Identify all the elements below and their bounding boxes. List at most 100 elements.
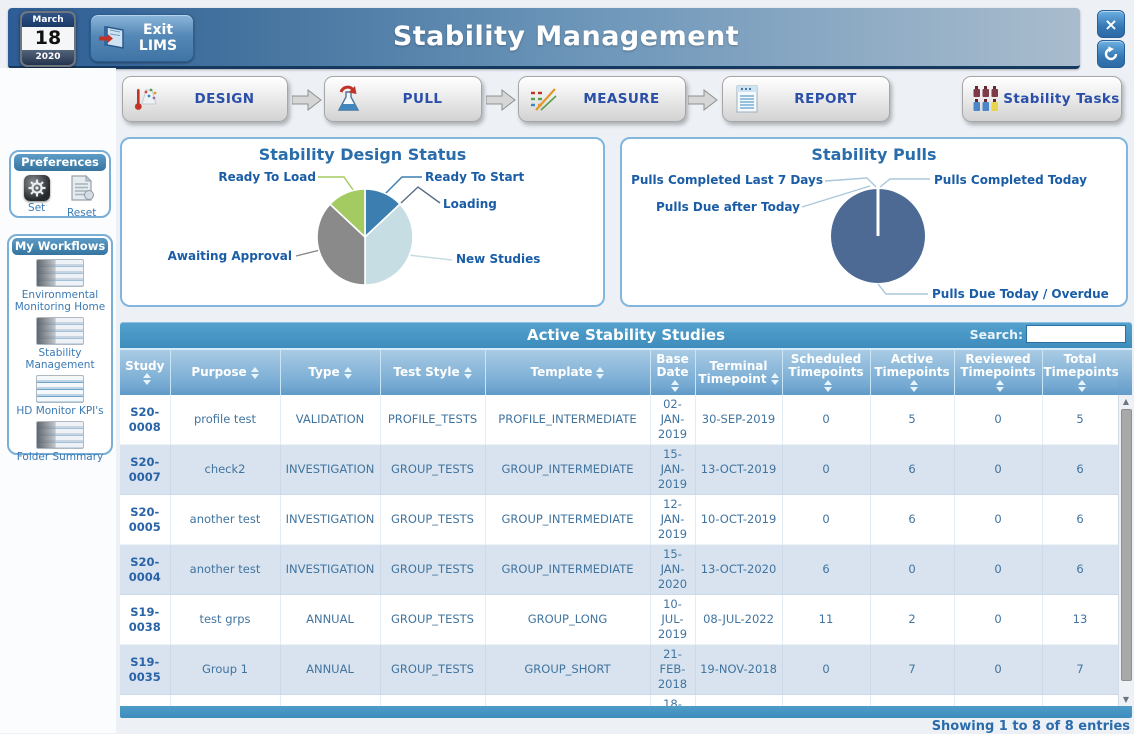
preferences-reset-button[interactable]: Reset [67,174,96,219]
column-header-active-timepoints[interactable]: Active Timepoints [870,349,954,395]
sort-icon[interactable] [596,367,604,379]
table-cell: PROFILE_TESTS [380,395,485,445]
my-workflows-header: My Workflows [12,238,108,255]
table-cell: 0 [954,595,1042,645]
column-header-purpose[interactable]: Purpose [170,349,280,395]
column-header-template[interactable]: Template [485,349,650,395]
study-id-link[interactable]: S20-0008 [120,395,170,445]
table-cell: 16-AUG-2018 [695,695,782,707]
sort-icon[interactable] [1078,380,1086,392]
entries-status: Showing 1 to 8 of 8 entries [120,719,1130,734]
sort-icon[interactable] [251,367,259,379]
table-cell: GROUP_TESTS [380,645,485,695]
design-icon [132,84,162,114]
table-cell: GROUP_TESTS [380,695,485,707]
pulls-chart-title: Stability Pulls [622,145,1126,164]
table-cell: ANNUAL [280,695,380,707]
column-label: Base Date [656,352,689,379]
column-header-total-timepoints[interactable]: Total Timepoints [1042,349,1118,395]
column-header-type[interactable]: Type [280,349,380,395]
table-cell: 13-OCT-2019 [695,445,782,495]
study-id-link[interactable]: S19-0028 [120,695,170,707]
scroll-up-arrow[interactable]: ▲ [1119,395,1132,408]
table-cell: another test [170,495,280,545]
table-cell: 0 [954,545,1042,595]
study-id-link[interactable]: S19-0038 [120,595,170,645]
sort-icon[interactable] [464,367,472,379]
preferences-panel: Preferences Set [9,150,111,218]
close-button[interactable]: × [1097,10,1125,38]
table-row-s20-0004[interactable]: S20-0004another testINVESTIGATIONGROUP_T… [120,545,1118,595]
report-label: REPORT [762,91,889,107]
workflow-item-hd-monitor-kpis[interactable]: HD Monitor KPI's [9,375,111,417]
pie-label-pulls-due-after-today: Pulls Due after Today [656,200,800,214]
table-cell: CYCLE_SHORT [485,695,650,707]
table-cell: 11 [782,595,870,645]
column-header-test-style[interactable]: Test Style [380,349,485,395]
sort-icon[interactable] [910,380,918,392]
table-cell: Demo Cycle Testing short [170,695,280,707]
column-header-study[interactable]: Study [120,349,170,395]
table-cell: 30-SEP-2019 [695,395,782,445]
workflow-item-environmental-monitoring-home[interactable]: Environmental Monitoring Home [9,259,111,313]
table-row-s19-0038[interactable]: S19-0038test grpsANNUALGROUP_TESTSGROUP_… [120,595,1118,645]
study-id-link[interactable]: S20-0007 [120,445,170,495]
table-cell: 5 [1042,395,1118,445]
active-stability-studies-table: Active Stability Studies Search: StudyPu… [120,322,1132,718]
column-header-reviewed-timepoints[interactable]: Reviewed Timepoints [954,349,1042,395]
table-cell: 12 [1042,695,1118,707]
column-header-terminal-timepoint[interactable]: Terminal Timepoint [695,349,782,395]
table-cell: GROUP_TESTS [380,545,485,595]
sort-icon[interactable] [143,373,151,385]
study-id-link[interactable]: S20-0004 [120,545,170,595]
table-header: Study PurposeTypeTest StyleTemplateBase D… [120,348,1119,395]
table-cell: 0 [954,395,1042,445]
table-cell: 6 [870,445,954,495]
workflow-item-folder-summary[interactable]: Folder Summary [9,421,111,463]
column-label: Scheduled Timepoints [788,352,863,379]
table-cell: 0 [782,395,870,445]
column-header-base-date[interactable]: Base Date [650,349,695,395]
table-cell: 15-JAN-2019 [650,445,695,495]
reset-label: Reset [67,207,96,219]
table-cell: 21-FEB-2018 [650,645,695,695]
table-body: S20-0008profile testVALIDATIONPROFILE_TE… [120,395,1119,706]
scroll-down-arrow[interactable]: ▼ [1119,693,1132,706]
table-cell: test grps [170,595,280,645]
close-icon: × [1104,15,1117,34]
pie-label-awaiting-approval: Awaiting Approval [168,249,292,263]
study-id-link[interactable]: S20-0005 [120,495,170,545]
scrollbar-thumb[interactable] [1121,409,1132,681]
table-row-s19-0028[interactable]: S19-0028Demo Cycle Testing shortANNUALGR… [120,695,1118,707]
stability-tasks-button[interactable]: Stability Tasks [962,76,1122,122]
table-row-s19-0035[interactable]: S19-0035Group 1ANNUALGROUP_TESTSGROUP_SH… [120,645,1118,695]
sort-icon[interactable] [344,367,352,379]
sort-icon[interactable] [824,380,832,392]
table-row-s20-0005[interactable]: S20-0005another testINVESTIGATIONGROUP_T… [120,495,1118,545]
study-id-link[interactable]: S19-0035 [120,645,170,695]
vertical-scrollbar: ▲ ▼ [1118,395,1132,706]
design-step-button[interactable]: DESIGN [122,76,288,122]
table-cell: GROUP_TESTS [380,445,485,495]
sort-icon[interactable] [996,380,1004,392]
my-workflows-panel: My Workflows Environmental Monitoring Ho… [7,234,113,455]
column-header-scheduled-timepoints[interactable]: Scheduled Timepoints [782,349,870,395]
refresh-button[interactable] [1097,40,1125,68]
table-row-s20-0008[interactable]: S20-0008profile testVALIDATIONPROFILE_TE… [120,395,1118,445]
sort-icon[interactable] [671,380,679,392]
preferences-set-button[interactable]: Set [24,174,50,219]
column-label: Study [125,359,164,373]
sort-icon[interactable] [771,373,779,385]
design-label: DESIGN [162,91,287,107]
measure-step-button[interactable]: MEASURE [518,76,686,122]
pull-step-button[interactable]: PULL [324,76,482,122]
search-input[interactable] [1026,325,1126,343]
table-cell: GROUP_INTERMEDIATE [485,445,650,495]
workflow-item-stability-management[interactable]: Stability Management [9,317,111,371]
stability-design-status-panel: Stability Design Status Ready To Load Re… [120,137,605,307]
table-cell: PROFILE_INTERMEDIATE [485,395,650,445]
report-step-button[interactable]: REPORT [722,76,890,122]
table-row-s20-0007[interactable]: S20-0007check2INVESTIGATIONGROUP_TESTSGR… [120,445,1118,495]
measure-label: MEASURE [558,91,685,107]
pie-label-pulls-completed-last-7-days: Pulls Completed Last 7 Days [631,173,823,187]
